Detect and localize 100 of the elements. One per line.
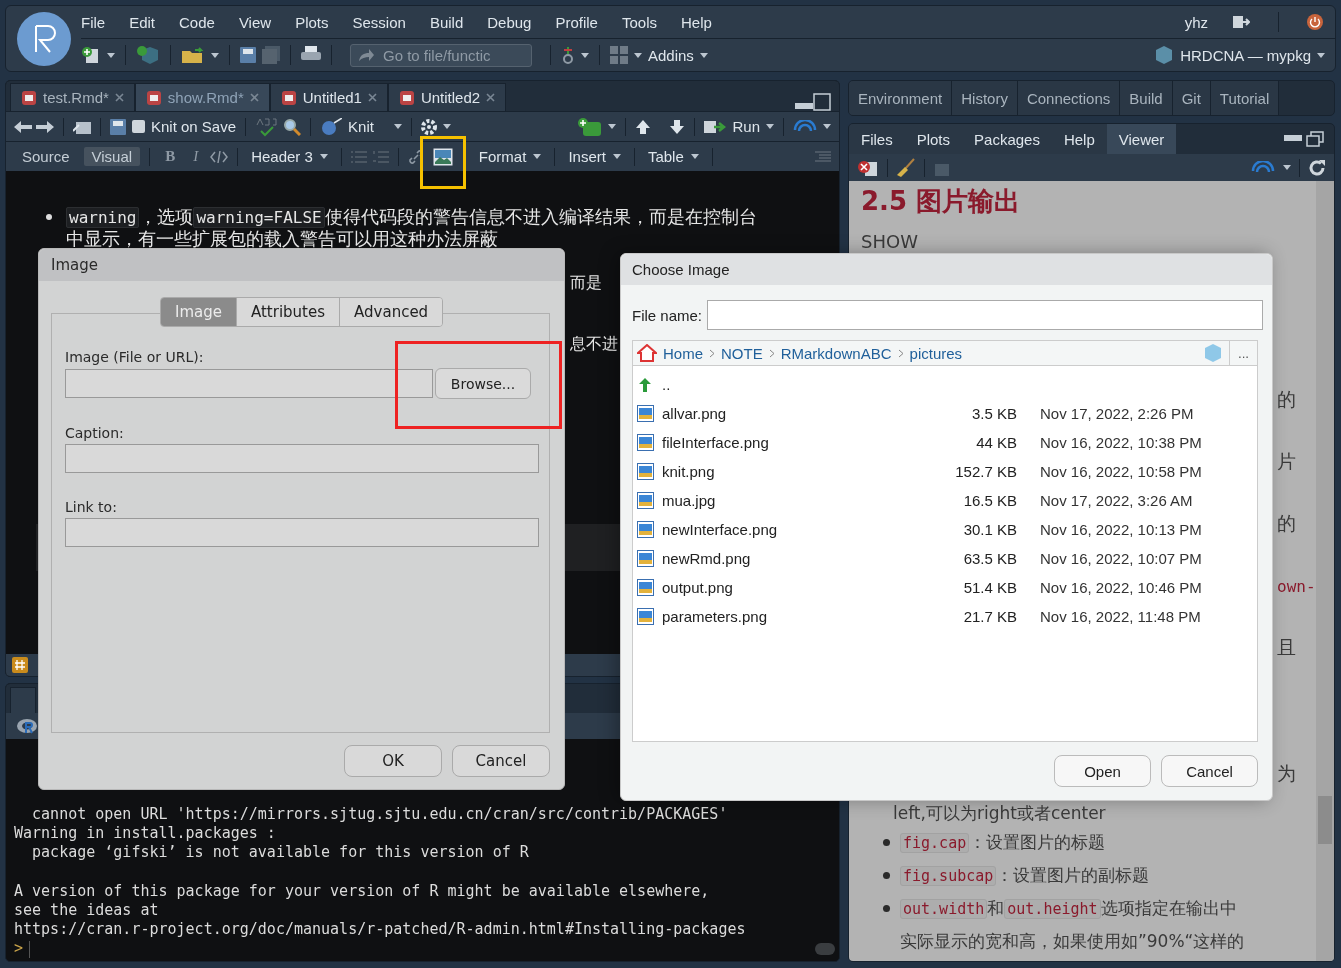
dialog-tab[interactable]: Advanced (339, 298, 443, 326)
down-arrow-icon[interactable] (669, 118, 686, 135)
menu-item[interactable]: Code (179, 13, 215, 31)
file-tab[interactable]: Untitled1 (269, 83, 388, 111)
caret-icon[interactable] (393, 124, 402, 129)
up-arrow-icon[interactable] (635, 118, 652, 135)
format-menu[interactable]: Table (643, 148, 703, 165)
dialog-button[interactable]: OK (344, 745, 442, 777)
publish-icon[interactable] (1251, 160, 1275, 175)
input-field[interactable] (65, 369, 433, 398)
pane-tab[interactable]: Plots (904, 124, 963, 154)
refresh-icon[interactable] (1308, 158, 1326, 177)
caret-icon[interactable] (533, 154, 542, 159)
file-name[interactable]: newInterface.png (662, 521, 942, 538)
project-menu[interactable]: HRDCNA — mypkg (1180, 46, 1311, 64)
new-file-icon[interactable] (81, 46, 101, 64)
caret-icon[interactable] (107, 52, 115, 58)
pane-tab[interactable]: Packages (962, 124, 1052, 154)
file-name[interactable]: mua.jpg (662, 492, 942, 509)
caret-icon[interactable] (699, 52, 708, 58)
publish-icon[interactable] (793, 119, 817, 134)
dialog-tab[interactable]: Attributes (236, 298, 340, 326)
close-icon[interactable] (367, 93, 377, 102)
breadcrumb-link[interactable]: NOTE (721, 344, 763, 362)
insert-chunk-icon[interactable] (578, 117, 603, 136)
file-tab[interactable]: Untitled2 (387, 83, 507, 111)
more-button[interactable]: ... (1229, 341, 1257, 365)
home-icon[interactable] (637, 344, 657, 362)
search-icon[interactable] (283, 117, 302, 136)
breadcrumb-link[interactable]: pictures (909, 344, 963, 362)
code-icon[interactable] (210, 149, 229, 164)
grid-icon[interactable] (610, 46, 628, 64)
power-icon[interactable] (1307, 14, 1323, 30)
pane-tab[interactable]: History (952, 81, 1018, 115)
caret-icon[interactable] (1317, 52, 1325, 58)
menu-item[interactable]: Edit (129, 13, 156, 31)
file-name[interactable]: fileInterface.png (662, 434, 942, 451)
file-name[interactable]: parameters.png (662, 608, 942, 625)
file-name[interactable]: newRmd.png (662, 550, 942, 567)
menu-item[interactable]: Build (429, 13, 464, 31)
scrollbar-thumb[interactable] (815, 943, 835, 955)
file-name[interactable]: output.png (662, 579, 942, 596)
git-icon[interactable] (561, 46, 575, 64)
menu-item[interactable]: Tools (621, 13, 657, 31)
menu-item[interactable]: Profile (555, 13, 598, 31)
file-name-field[interactable] (707, 300, 1263, 330)
back-forward-icon[interactable] (14, 118, 54, 135)
caret-icon[interactable] (608, 124, 617, 129)
format-menu[interactable]: Format (474, 148, 546, 165)
pane-tab[interactable]: Build (1120, 81, 1173, 115)
pane-tab[interactable]: Connections (1017, 81, 1121, 115)
caret-icon[interactable] (319, 154, 328, 159)
spellcheck-icon[interactable] (255, 116, 278, 137)
pane-tab[interactable]: Help (1051, 124, 1107, 154)
open-folder-icon[interactable] (181, 46, 205, 64)
addins-menu[interactable]: Addins (648, 46, 694, 64)
dialog-button[interactable]: Cancel (1161, 755, 1258, 787)
file-tab[interactable]: test.Rmd* (10, 83, 135, 111)
pane-tab[interactable]: Viewer (1106, 124, 1177, 154)
close-icon[interactable] (114, 93, 124, 102)
knit-on-save-checkbox[interactable]: Knit on Save (132, 118, 237, 135)
caret-icon[interactable] (211, 52, 219, 58)
caret-icon[interactable] (612, 154, 621, 159)
input-field[interactable] (65, 518, 539, 547)
input-field[interactable] (65, 444, 539, 473)
file-tab[interactable]: show.Rmd* (134, 83, 270, 111)
menu-item[interactable]: File (81, 13, 106, 31)
run-button[interactable]: Run (704, 118, 774, 135)
browse-button[interactable]: Browse... (435, 368, 531, 399)
menu-item[interactable]: Debug (487, 13, 532, 31)
go-to-file-field[interactable]: Go to file/functic (350, 43, 532, 67)
caret-icon[interactable] (1283, 165, 1291, 170)
breadcrumb-link[interactable]: Home (663, 344, 703, 362)
gear-icon[interactable] (420, 118, 437, 135)
close-icon[interactable] (249, 93, 259, 102)
pane-tab[interactable]: Environment (849, 81, 953, 115)
caret-icon[interactable] (442, 124, 451, 129)
pane-tab[interactable]: Tutorial (1210, 81, 1280, 115)
clear-viewer-icon[interactable] (857, 158, 879, 177)
sign-out-icon[interactable] (1232, 14, 1250, 30)
format-menu[interactable]: Header 3 (247, 148, 332, 165)
file-row[interactable]: .. (637, 370, 1257, 399)
pane-tab[interactable]: Git (1172, 81, 1211, 115)
bold-button[interactable]: B (159, 147, 182, 166)
minimize-icon[interactable] (795, 103, 813, 111)
caret-icon[interactable] (581, 52, 589, 58)
file-name[interactable]: allvar.png (662, 405, 942, 422)
caret-icon[interactable] (690, 154, 699, 159)
editor-mode-toggle[interactable]: Visual (83, 147, 141, 166)
file-name[interactable]: knit.png (662, 463, 942, 480)
knit-button[interactable]: Knit (320, 117, 402, 136)
menu-item[interactable]: Help (681, 13, 712, 31)
editor-mode-toggle[interactable]: Source (14, 147, 78, 166)
new-project-icon[interactable] (136, 45, 160, 65)
dialog-button[interactable]: Open (1054, 755, 1151, 787)
caret-icon[interactable] (634, 52, 642, 58)
caret-icon[interactable] (823, 124, 831, 129)
save-icon[interactable] (110, 118, 126, 135)
dialog-button[interactable]: Cancel (452, 745, 550, 777)
scrollbar[interactable] (1316, 181, 1334, 961)
